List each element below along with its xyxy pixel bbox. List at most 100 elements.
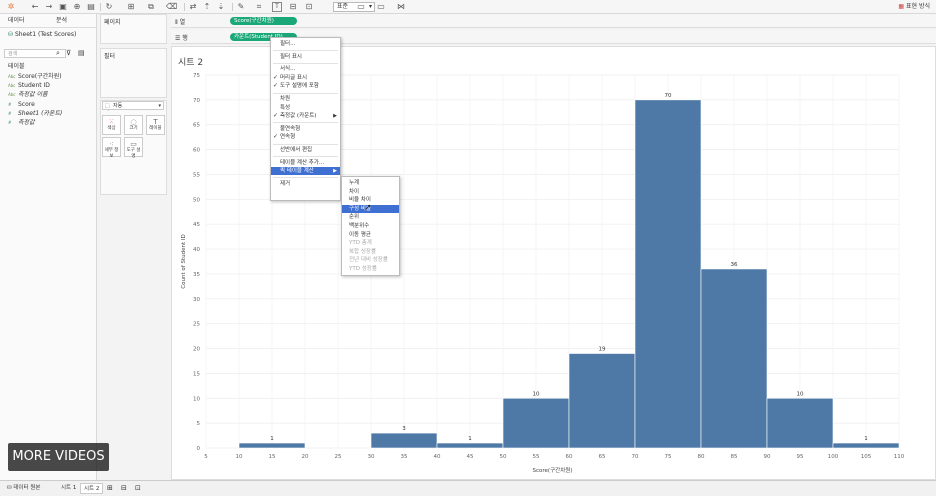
mark-button-label: 레이블	[149, 126, 162, 131]
submenu-item[interactable]: 누계	[342, 179, 399, 187]
y-tick-label: 5	[197, 421, 201, 427]
context-menu-item[interactable]: ✓ 측정값 (카운트) ▶	[271, 112, 340, 120]
context-menu-item[interactable]: 특성	[271, 104, 340, 112]
histogram-bar	[370, 432, 438, 449]
context-menu-item[interactable]: ✓ 도구 설명에 포함	[271, 82, 340, 90]
field-label: 측정값 이름	[18, 91, 48, 98]
field-item[interactable]: # 측정값	[8, 119, 35, 127]
share-icon[interactable]: ⋈	[396, 2, 406, 12]
context-menu-item-label: 측정값 (카운트)	[280, 113, 317, 120]
y-tick-label: 75	[193, 73, 200, 79]
new-datasource-icon[interactable]: ⊕	[72, 2, 82, 12]
context-menu-item-label: 연속형	[280, 134, 296, 141]
sheet-tab-2[interactable]: 시트 2	[80, 483, 104, 494]
submenu-item[interactable]: 백분위수	[342, 222, 399, 230]
marks-size-button[interactable]: ◌ 크기	[124, 115, 143, 135]
datasource-icon: ⛁	[8, 31, 15, 38]
bar-value-label: 1	[468, 436, 472, 442]
sort-ascending-icon[interactable]: ⇡	[202, 2, 212, 12]
submenu-item[interactable]: 순위	[342, 213, 399, 221]
view-options-icon[interactable]: ▤	[78, 49, 85, 57]
context-menu-item[interactable]: 서식...	[271, 65, 340, 73]
filters-card[interactable]: 필터	[100, 48, 167, 98]
context-menu-item[interactable]: ✓ 연속형	[271, 133, 340, 141]
marks-label-button[interactable]: T 레이블	[146, 115, 165, 135]
menu-separator	[273, 92, 338, 94]
redo-icon[interactable]: →	[44, 2, 54, 12]
columns-pill[interactable]: Score(구간차원)	[230, 17, 297, 25]
context-menu-item[interactable]: ✓ 머리글 표시	[271, 74, 340, 82]
x-tick-label: 85	[731, 454, 738, 460]
highlight-icon[interactable]: ✎	[236, 2, 246, 12]
context-menu-item[interactable]: 차원	[271, 95, 340, 103]
undo-icon[interactable]: ←	[30, 2, 40, 12]
x-tick-label: 10	[236, 454, 243, 460]
y-tick-label: 15	[193, 371, 200, 377]
show-me-button[interactable]: ▦ 표현 방식	[898, 2, 930, 12]
pause-updates-icon[interactable]: ▤	[86, 2, 96, 12]
new-sheet-icon[interactable]: ⊞	[126, 2, 136, 12]
duplicate-sheet-icon[interactable]: ⧉	[146, 2, 156, 12]
tab-data[interactable]: 데이터	[8, 16, 25, 26]
chevron-down-icon: ▾	[158, 103, 161, 109]
x-tick-label: 90	[764, 454, 771, 460]
show-labels-icon[interactable]: T	[272, 2, 282, 12]
y-tick-label: 45	[193, 222, 200, 228]
swap-axes-icon[interactable]: ⇄	[188, 2, 198, 12]
more-videos-button[interactable]: MORE VIDEOS	[8, 443, 109, 471]
x-tick-label: 40	[434, 454, 441, 460]
fit-dropdown[interactable]: 표준 ▾	[333, 2, 375, 12]
pages-card[interactable]: 페이지	[100, 14, 167, 44]
filter-fields-icon[interactable]: ⊽	[66, 49, 71, 57]
datasource-item[interactable]: ⛁ Sheet1 (Test Scores)	[8, 31, 76, 38]
x-tick-label: 35	[401, 454, 408, 460]
marks-tooltip-button[interactable]: ▭ 도구 설명	[124, 137, 143, 159]
field-item[interactable]: Abc Student ID	[8, 82, 50, 90]
y-tick-label: 55	[193, 172, 200, 178]
submenu-item[interactable]: 이동 평균	[342, 231, 399, 239]
toolbar: ✲ ← → ▣ ⊕ ▤ ↻ ⊞ ⧉ ⌫ ⇄ ⇡ ⇣ ✎ ⌗ T ⊟ ⊡ 표준 ▾ …	[0, 0, 936, 14]
marks-color-button[interactable]: ⁙ 색상	[102, 115, 121, 135]
filters-card-title: 필터	[104, 53, 116, 60]
field-item[interactable]: # Score	[8, 101, 35, 109]
presentation-mode-icon[interactable]: ▭	[356, 2, 366, 12]
field-item[interactable]: Abc Score(구간차원)	[8, 73, 62, 81]
sort-descending-icon[interactable]: ⇣	[216, 2, 226, 12]
fix-axes-icon[interactable]: ⊟	[288, 2, 298, 12]
new-story-icon[interactable]: ⊡	[132, 483, 144, 494]
context-menu-item[interactable]: 제거	[271, 180, 340, 188]
size-icon: ◌	[130, 118, 137, 126]
datasource-tab[interactable]: ⛁ 데이터 원본	[4, 483, 43, 494]
context-menu-item[interactable]: 불연속형	[271, 125, 340, 133]
datasource-name: Sheet1 (Test Scores)	[14, 31, 77, 38]
submenu-item[interactable]: 차이	[342, 188, 399, 196]
present-icon[interactable]: ▭	[376, 2, 386, 12]
clear-sheet-icon[interactable]: ⌫	[166, 2, 177, 12]
field-item[interactable]: Abc 측정값 이름	[8, 91, 48, 99]
save-icon[interactable]: ▣	[58, 2, 68, 12]
group-icon[interactable]: ⌗	[254, 2, 264, 12]
context-menu-item[interactable]: 선반에서 편집	[271, 146, 340, 154]
histogram-bar	[238, 442, 306, 449]
dimension-icon: Abc	[8, 83, 16, 88]
marks-type-dropdown[interactable]: ⬚ 자동 ▾	[102, 101, 164, 110]
x-tick-label: 25	[335, 454, 342, 460]
tableau-logo-icon[interactable]: ✲	[6, 2, 16, 12]
context-menu-item[interactable]: 필터 표시	[271, 53, 340, 61]
x-tick-label: 20	[302, 454, 309, 460]
context-menu-item[interactable]: 테이블 계산 추가...	[271, 159, 340, 167]
context-menu-item[interactable]: 필터...	[271, 40, 340, 48]
context-menu-item-label: 제거	[280, 180, 291, 187]
refresh-icon[interactable]: ↻	[104, 2, 114, 12]
new-worksheet-icon[interactable]: ⊞	[104, 483, 116, 494]
format-workbook-icon[interactable]: ⊡	[304, 2, 314, 12]
marks-detail-button[interactable]: ⁖ 세부 정보	[102, 137, 121, 159]
tab-analytics[interactable]: 분석	[56, 16, 67, 26]
sheet-tab-1[interactable]: 시트 1	[58, 483, 79, 494]
field-item[interactable]: # Sheet1 (카운트)	[8, 110, 62, 118]
new-dashboard-icon[interactable]: ⊟	[118, 483, 130, 494]
context-menu-item[interactable]: 퀵 테이블 계산 ▶	[271, 167, 340, 176]
context-menu-item-label: 필터...	[280, 41, 296, 47]
toolbar-divider	[184, 3, 185, 11]
context-menu-item-label: 머리글 표시	[280, 74, 308, 81]
